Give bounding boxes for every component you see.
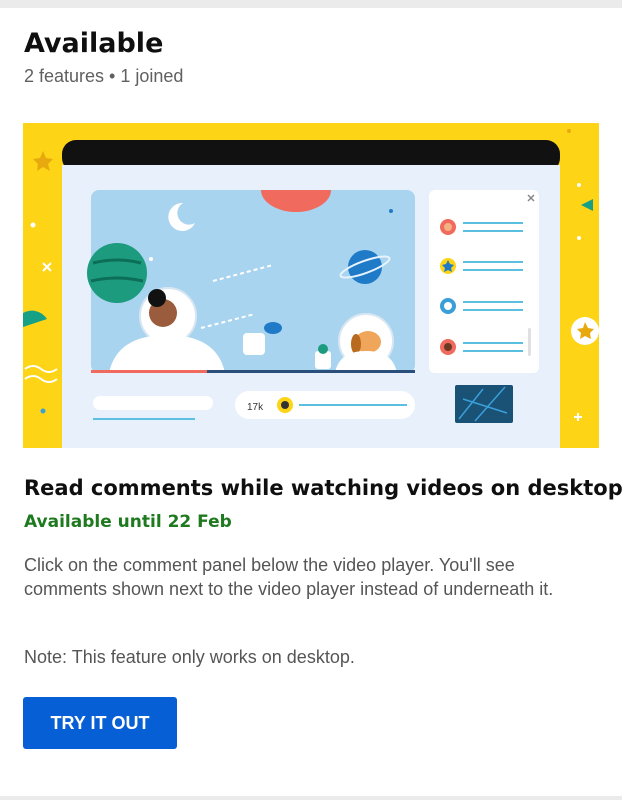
view-count: 17k xyxy=(247,402,264,413)
feature-description: Click on the comment panel below the vid… xyxy=(24,555,554,599)
try-it-out-button[interactable]: TRY IT OUT xyxy=(23,697,177,749)
feature-illustration: 17k xyxy=(23,123,599,448)
availability-label: Available until 22 Feb xyxy=(24,512,232,532)
page-subtitle: 2 features • 1 joined xyxy=(24,66,184,86)
feature-title: Read comments while watching videos on d… xyxy=(24,476,622,500)
page-title: Available xyxy=(24,28,164,59)
feature-note: Note: This feature only works on desktop… xyxy=(24,647,355,667)
feature-card: Available 2 features • 1 joined 17k Read… xyxy=(0,8,622,796)
